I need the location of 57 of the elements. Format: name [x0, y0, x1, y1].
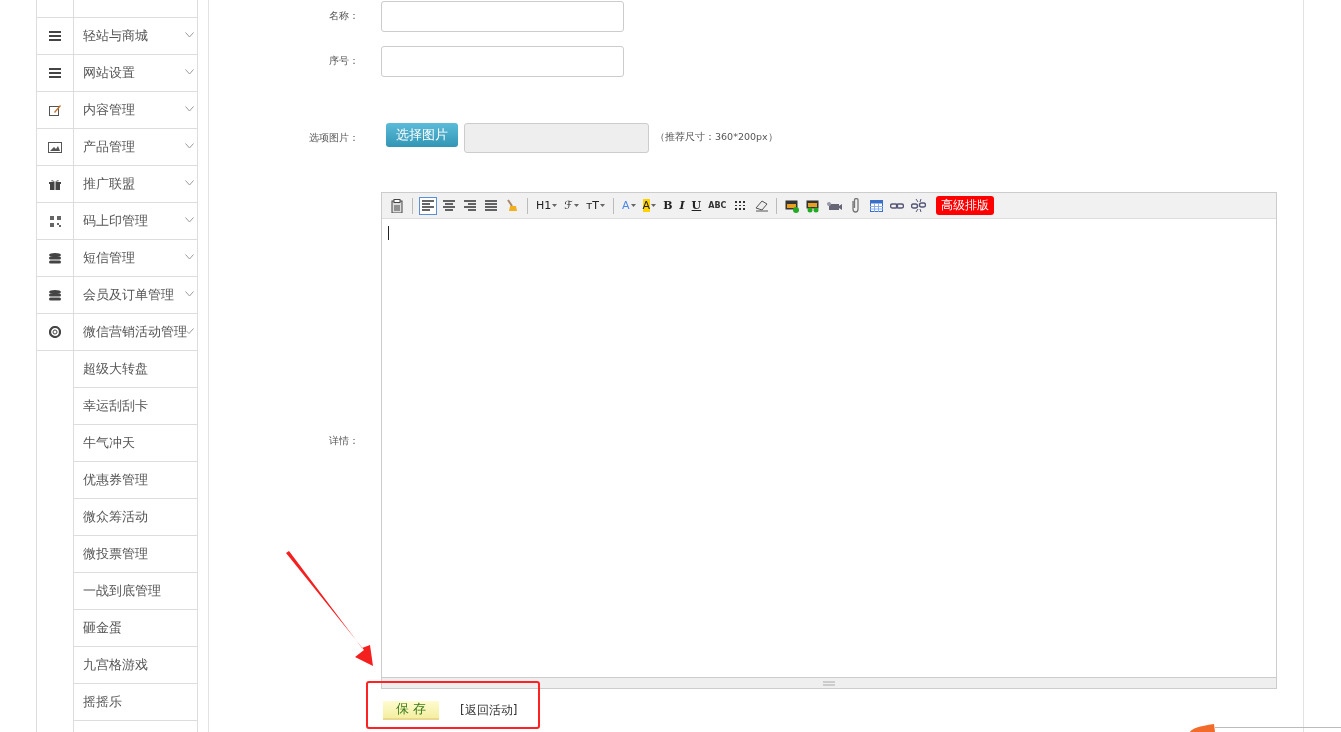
submenu-item[interactable]: 一战到底管理 — [74, 573, 197, 610]
menu-item[interactable]: 轻站与商城 — [83, 27, 148, 45]
save-button[interactable]: 保 存 — [383, 700, 439, 720]
caret-icon[interactable] — [630, 204, 636, 207]
submenu-item[interactable]: 砸金蛋 — [74, 610, 197, 647]
image-path-field[interactable] — [464, 122, 649, 153]
advanced-layout-button[interactable]: 高级排版 — [936, 196, 995, 215]
lifebuoy-icon — [49, 326, 61, 338]
toolbar-button[interactable]: H1 — [534, 196, 560, 215]
submenu-item[interactable]: 牛气冲天 — [74, 425, 197, 462]
name-input[interactable] — [381, 0, 624, 32]
submenu-item[interactable]: 微投票管理 — [74, 536, 197, 573]
submenu-item[interactable]: 微众筹活动 — [74, 499, 197, 536]
menu-item[interactable]: 推广联盟 — [83, 175, 135, 193]
text-cursor — [388, 226, 389, 240]
field-label: 名称： — [328, 9, 359, 23]
edit-icon — [49, 104, 61, 116]
submenu-item[interactable]: 幸运刮刮卡 — [74, 388, 197, 425]
menu-item[interactable]: 短信管理 — [83, 249, 135, 267]
toolbar-button[interactable]: I — [677, 196, 687, 215]
caret-icon[interactable] — [600, 204, 606, 207]
image-icon — [48, 141, 62, 153]
field-label: 选项图片： — [308, 130, 359, 145]
menu-item[interactable]: 码上印管理 — [83, 212, 148, 230]
submenu-item[interactable]: 九宫格游戏 — [74, 647, 197, 684]
gift-icon — [49, 178, 61, 190]
menu-item[interactable]: 内容管理 — [83, 101, 135, 119]
qr-code-icon — [49, 215, 61, 227]
toolbar-button[interactable]: U — [689, 196, 704, 215]
toolbar-button[interactable]: B — [661, 196, 675, 215]
toolbar-button[interactable]: ᴛT — [583, 196, 608, 215]
field-label: 序号： — [328, 54, 359, 68]
menu-item[interactable]: 网站设置 — [83, 64, 135, 82]
menu-item[interactable]: 会员及订单管理 — [83, 286, 174, 304]
unlink-icon[interactable] — [909, 196, 928, 215]
submenu-item[interactable]: 超级大转盘 — [74, 351, 197, 388]
menu-item[interactable]: 微信营销活动管理 — [83, 323, 187, 341]
menu-item[interactable]: 产品管理 — [83, 138, 135, 156]
toolbar-button[interactable]: ℱ — [562, 196, 581, 215]
corner-tab-icon — [1188, 723, 1216, 732]
database-icon — [49, 289, 61, 301]
resize-handle-icon[interactable] — [823, 680, 835, 686]
menu-icon — [49, 68, 61, 78]
caret-icon[interactable] — [573, 204, 579, 207]
field-label: 详情： — [328, 433, 359, 448]
submenu-item[interactable]: 摇摇乐 — [74, 684, 197, 721]
paste-icon[interactable] — [388, 196, 406, 215]
submenu-item[interactable]: 优惠券管理 — [74, 462, 197, 499]
caret-icon[interactable] — [651, 204, 657, 207]
menu-icon — [49, 31, 61, 41]
order-input[interactable] — [381, 45, 624, 77]
caret-icon[interactable] — [552, 204, 558, 207]
toolbar-button[interactable]: ABC — [706, 196, 729, 215]
align-left-icon[interactable] — [419, 196, 437, 215]
size-hint: （推荐尺寸：360*200px） — [655, 131, 778, 144]
back-link[interactable]: [返回活动] — [460, 701, 518, 719]
database-icon — [49, 252, 61, 264]
